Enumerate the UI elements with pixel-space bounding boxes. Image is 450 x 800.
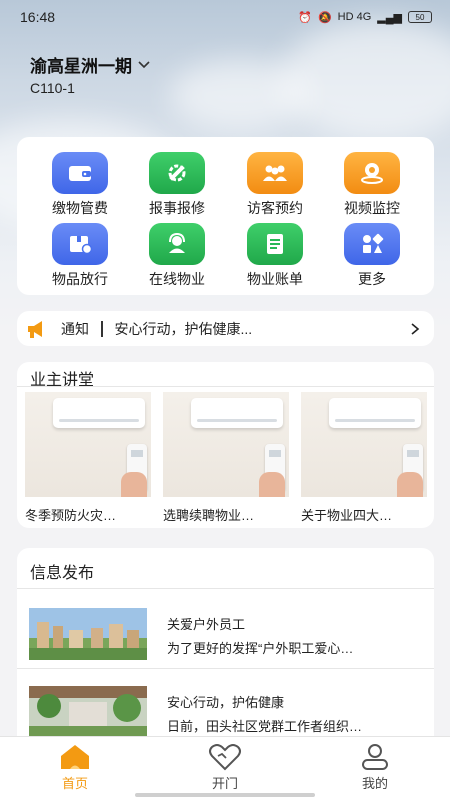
wrench-icon <box>149 152 205 194</box>
home-indicator <box>135 793 315 797</box>
info-divider <box>17 588 434 589</box>
info-thumbnail <box>29 608 147 660</box>
community-selector[interactable]: 渝高星洲一期 <box>30 52 152 77</box>
service-visitor-booking[interactable]: 访客预约 <box>235 152 315 218</box>
chevron-down-icon <box>138 60 150 68</box>
bill-icon <box>247 223 303 265</box>
camera-icon <box>344 152 400 194</box>
profile-icon <box>362 744 388 770</box>
megaphone-icon <box>28 320 42 338</box>
notice-divider <box>101 320 103 337</box>
service-online-property[interactable]: 在线物业 <box>137 223 217 289</box>
lectures-divider <box>17 386 434 387</box>
room-number: C110-1 <box>30 80 75 96</box>
lecture-item[interactable]: 冬季预防火灾… <box>25 392 151 524</box>
community-name: 渝高星洲一期 <box>30 57 132 76</box>
info-thumbnail <box>29 686 147 738</box>
home-icon <box>61 745 89 769</box>
lecture-thumbnail <box>25 392 151 497</box>
owner-lectures-card: 业主讲堂 冬季预防火灾… 选聘续聘物业… 关于物业四大… <box>17 362 434 528</box>
tab-open-door[interactable]: 开门 <box>185 743 265 792</box>
status-icons: ⏰ 🔕 HD 4G ▂▄▆ 50 <box>298 11 432 24</box>
mute-icon: 🔕 <box>317 11 332 24</box>
visitors-icon <box>247 152 303 194</box>
signal-icon: ▂▄▆ <box>377 11 402 24</box>
service-property-bill[interactable]: 物业账单 <box>235 223 315 289</box>
lecture-item[interactable]: 选聘续聘物业… <box>163 392 289 524</box>
tab-home[interactable]: 首页 <box>35 743 115 792</box>
wallet-icon <box>52 152 108 194</box>
bottom-tab-bar: 首页 开门 我的 <box>0 736 450 800</box>
service-item-release[interactable]: 物品放行 <box>40 223 120 289</box>
notice-bar[interactable]: 通知 安心行动，护佑健康... <box>17 311 434 346</box>
battery-icon: 50 <box>408 11 432 23</box>
service-agent-icon <box>149 223 205 265</box>
service-more[interactable]: 更多 <box>332 223 412 289</box>
notice-text: 安心行动，护佑健康... <box>114 320 253 337</box>
network-indicator: HD 4G <box>337 11 372 23</box>
service-pay-fee[interactable]: 缴物管费 <box>40 152 120 218</box>
notice-tag: 通知 <box>61 320 89 337</box>
lecture-thumbnail <box>301 392 427 497</box>
lecture-item[interactable]: 关于物业四大… <box>301 392 427 524</box>
info-item[interactable]: 关爱户外员工 为了更好的发挥“户外职工爱心… <box>29 600 429 668</box>
service-report-repair[interactable]: 报事报修 <box>137 152 217 218</box>
services-card: 缴物管费 报事报修 访客预约 视频监控 物品放行 在线物业 物业账单 更多 <box>17 137 434 295</box>
alarm-icon: ⏰ <box>298 11 312 24</box>
info-release-card: 信息发布 关爱户外员工 为了更好的发挥“户外职工爱心… 安心行动，护佑健康 日前… <box>17 548 434 748</box>
lecture-thumbnail <box>163 392 289 497</box>
more-icon <box>344 223 400 265</box>
info-title: 信息发布 <box>30 565 95 582</box>
status-time: 16:48 <box>20 9 56 25</box>
tab-profile[interactable]: 我的 <box>335 743 415 792</box>
info-divider <box>17 668 434 669</box>
service-video-monitor[interactable]: 视频监控 <box>332 152 412 218</box>
chevron-right-icon[interactable] <box>408 322 422 336</box>
package-icon <box>52 223 108 265</box>
heart-icon <box>209 744 241 771</box>
status-bar: 16:48 ⏰ 🔕 HD 4G ▂▄▆ 50 <box>0 0 450 34</box>
